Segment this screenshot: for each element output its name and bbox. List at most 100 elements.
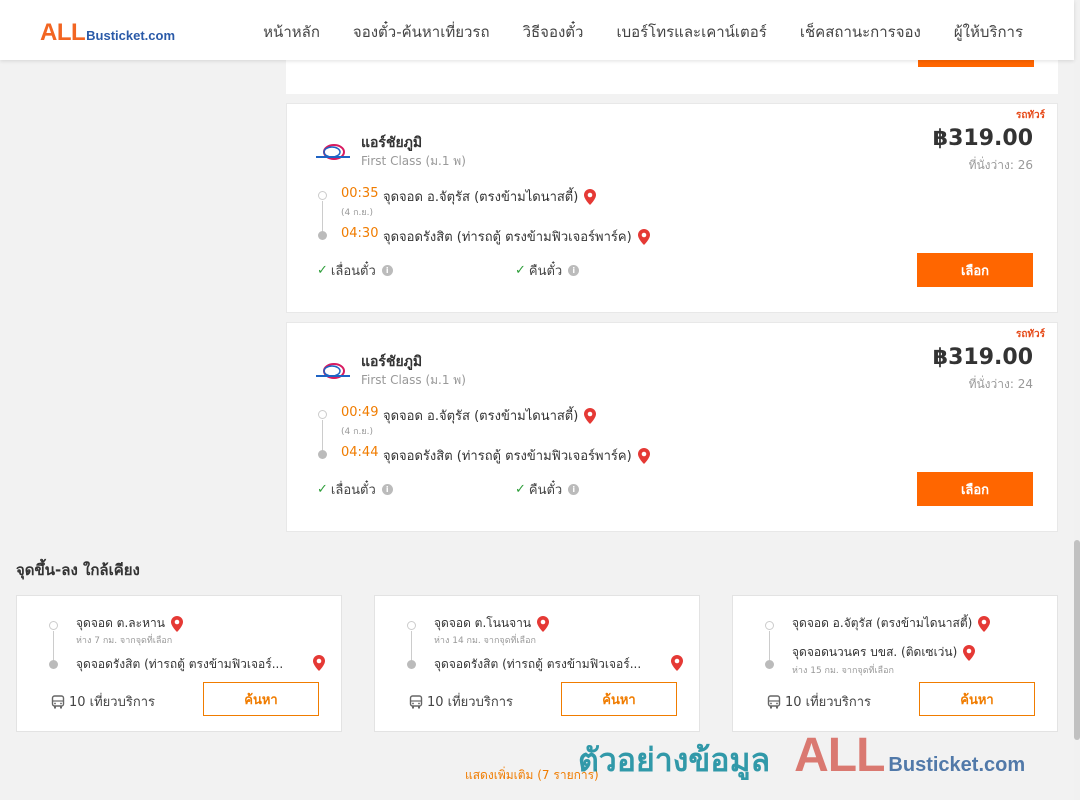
main-nav: หน้าหลัก จองตั๋ว-ค้นหาเที่ยวรถ วิธีจองตั… — [263, 20, 1023, 44]
operator-logo-icon — [316, 363, 350, 379]
timeline-start-dot — [318, 410, 327, 419]
watermark-logo-rest: Busticket.com — [888, 754, 1026, 776]
operator-logo-icon — [316, 144, 350, 160]
logo-all-text: ALL — [40, 19, 86, 46]
scrollbar-thumb[interactable] — [1074, 540, 1080, 740]
nearby-from-distance: ห่าง 7 กม. จากจุดที่เลือก — [76, 636, 173, 646]
arrival-place-label: จุดจอดรังสิต (ท่ารถตู้ ตรงข้ามฟิวเจอร์พา… — [383, 449, 632, 464]
check-icon: ✓ — [317, 263, 328, 278]
page-scrollbar[interactable] — [1074, 0, 1080, 800]
map-pin-icon[interactable] — [537, 615, 550, 632]
trip-count-label: 10 เที่ยวบริการ — [69, 695, 155, 710]
feature-refund-ticket: ✓ คืนตั๋ว i — [515, 479, 580, 500]
map-pin-icon[interactable] — [584, 407, 597, 424]
map-pin-icon[interactable] — [963, 644, 976, 661]
nearby-trip-count: 10 เที่ยวบริการ — [409, 691, 513, 712]
timeline-end-dot — [318, 231, 327, 240]
departure-time: 00:49 — [341, 405, 379, 420]
search-button[interactable]: ค้นหา — [919, 682, 1035, 716]
feature-refund-ticket: ✓ คืนตั๋ว i — [515, 260, 580, 281]
nearby-trip-count: 10 เที่ยวบริการ — [767, 691, 871, 712]
departure-time: 00:35 — [341, 186, 379, 201]
bus-class: First Class (ม.1 พ) — [361, 373, 466, 387]
site-header: ALL Busticket.com หน้าหลัก จองตั๋ว-ค้นหา… — [0, 0, 1074, 60]
seats-available: ที่นั่งว่าง: 26 — [968, 158, 1033, 172]
nearby-card: จุดจอด ต.ละหาน ห่าง 7 กม. จากจุดที่เลือก… — [16, 595, 342, 732]
operator-name: แอร์ชัยภูมิ — [361, 354, 423, 370]
timeline-line — [322, 420, 323, 452]
departure-place-label: จุดจอด อ.จัตุรัส (ตรงข้ามไดนาสตี้) — [383, 190, 579, 205]
trip-price: ฿319.00 — [932, 345, 1033, 370]
map-pin-icon[interactable] — [170, 615, 183, 632]
map-pin-icon[interactable] — [637, 228, 650, 245]
nearby-from-label: จุดจอด อ.จัตุรัส (ตรงข้ามไดนาสตี้) — [792, 616, 973, 630]
select-trip-button[interactable]: เลือก — [917, 253, 1033, 287]
info-icon[interactable]: i — [568, 484, 580, 495]
map-pin-icon[interactable] — [313, 655, 325, 671]
nav-book-search[interactable]: จองตั๋ว-ค้นหาเที่ยวรถ — [353, 20, 490, 44]
departure-date: (4 ก.ย.) — [341, 208, 374, 218]
map-pin-icon[interactable] — [637, 447, 650, 464]
select-trip-button[interactable]: เลือก — [917, 472, 1033, 506]
timeline-start-dot — [49, 621, 58, 630]
feature-label: เลื่อนตั๋ว — [330, 264, 376, 279]
timeline-line — [411, 631, 412, 661]
info-icon[interactable]: i — [381, 265, 393, 276]
nearby-from-label: จุดจอด ต.โนนจาน — [434, 616, 532, 630]
sample-watermark: ตัวอย่างข้อมูล ALL Busticket.com — [578, 728, 1025, 786]
nav-operators[interactable]: ผู้ให้บริการ — [954, 20, 1023, 44]
nearby-from: จุดจอด อ.จัตุรัส (ตรงข้ามไดนาสตี้) — [792, 614, 991, 633]
departure-place-label: จุดจอด อ.จัตุรัส (ตรงข้ามไดนาสตี้) — [383, 409, 579, 424]
trip-card: รถทัวร์ แอร์ชัยภูมิ First Class (ม.1 พ) … — [286, 322, 1058, 532]
bus-icon — [767, 694, 781, 708]
search-button[interactable]: ค้นหา — [561, 682, 677, 716]
nav-check-booking[interactable]: เช็คสถานะการจอง — [800, 20, 921, 44]
feature-change-ticket: ✓ เลื่อนตั๋ว i — [317, 479, 393, 500]
info-icon[interactable]: i — [568, 265, 580, 276]
nearby-to-label: จุดจอดนวนคร บขส. (ติดเซเว่น) — [792, 645, 958, 659]
timeline-end-dot — [407, 660, 416, 669]
nearby-card: จุดจอด อ.จัตุรัส (ตรงข้ามไดนาสตี้) จุดจอ… — [732, 595, 1058, 732]
map-pin-icon[interactable] — [584, 188, 597, 205]
feature-label: คืนตั๋ว — [528, 264, 563, 279]
watermark-text: ตัวอย่างข้อมูล — [578, 741, 771, 779]
check-icon: ✓ — [515, 263, 526, 278]
nav-how-to-book[interactable]: วิธีจองตั๋ว — [523, 20, 584, 44]
select-button-partial[interactable] — [918, 60, 1034, 67]
map-pin-icon[interactable] — [671, 655, 683, 671]
trip-count-label: 10 เที่ยวบริการ — [785, 695, 871, 710]
feature-label: คืนตั๋ว — [528, 483, 563, 498]
nav-contact-counters[interactable]: เบอร์โทรและเคาน์เตอร์ — [616, 20, 766, 44]
operator-name: แอร์ชัยภูมิ — [361, 135, 423, 151]
nearby-from: จุดจอด ต.โนนจาน — [434, 614, 550, 633]
info-icon[interactable]: i — [381, 484, 393, 495]
check-icon: ✓ — [317, 482, 328, 497]
site-logo[interactable]: ALL Busticket.com — [40, 19, 175, 47]
arrival-place: จุดจอดรังสิต (ท่ารถตู้ ตรงข้ามฟิวเจอร์พา… — [383, 226, 650, 247]
nearby-to: จุดจอดนวนคร บขส. (ติดเซเว่น) — [792, 643, 976, 662]
arrival-time: 04:44 — [341, 445, 379, 460]
nearby-from-label: จุดจอด ต.ละหาน — [76, 616, 165, 630]
departure-place: จุดจอด อ.จัตุรัส (ตรงข้ามไดนาสตี้) — [383, 405, 597, 426]
timeline-line — [322, 201, 323, 233]
bus-type-tag: รถทัวร์ — [1015, 110, 1045, 121]
bus-type-tag: รถทัวร์ — [1015, 329, 1045, 340]
timeline-start-dot — [318, 191, 327, 200]
departure-place: จุดจอด อ.จัตุรัส (ตรงข้ามไดนาสตี้) — [383, 186, 597, 207]
nearby-card: จุดจอด ต.โนนจาน ห่าง 14 กม. จากจุดที่เลื… — [374, 595, 700, 732]
search-button[interactable]: ค้นหา — [203, 682, 319, 716]
watermark-logo-all: ALL — [794, 729, 885, 782]
check-icon: ✓ — [515, 482, 526, 497]
timeline-end-dot — [765, 660, 774, 669]
trip-card: รถทัวร์ แอร์ชัยภูมิ First Class (ม.1 พ) … — [286, 103, 1058, 313]
nearby-to-distance: ห่าง 15 กม. จากจุดที่เลือก — [792, 666, 894, 676]
timeline-start-dot — [407, 621, 416, 630]
bus-icon — [409, 694, 423, 708]
timeline-end-dot — [318, 450, 327, 459]
trip-card-partial — [286, 60, 1058, 94]
nav-home[interactable]: หน้าหลัก — [263, 20, 320, 44]
timeline-line — [53, 631, 54, 661]
logo-rest-text: Busticket.com — [86, 28, 176, 43]
arrival-time: 04:30 — [341, 226, 379, 241]
map-pin-icon[interactable] — [978, 615, 991, 632]
